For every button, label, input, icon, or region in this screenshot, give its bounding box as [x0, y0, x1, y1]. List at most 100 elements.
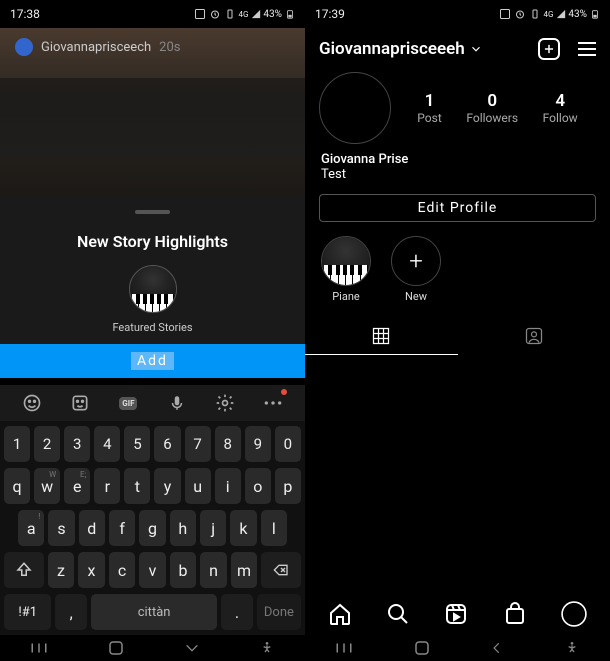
key-j[interactable]: j [200, 510, 226, 546]
key-z[interactable]: z [48, 552, 75, 588]
key-k[interactable]: k [230, 510, 256, 546]
search-nav-icon[interactable] [386, 602, 410, 626]
create-button[interactable] [538, 38, 560, 60]
key-c[interactable]: c [109, 552, 136, 588]
key-6[interactable]: 6 [154, 426, 180, 462]
status-icons: 4G 43% [498, 8, 600, 20]
plus-icon: + [409, 247, 423, 275]
emoji-icon[interactable] [20, 391, 44, 415]
back-icon[interactable] [490, 641, 504, 655]
key-l[interactable]: l [261, 510, 287, 546]
key-comma[interactable]: , [55, 594, 87, 630]
key-y[interactable]: y [154, 468, 180, 504]
edit-profile-button[interactable]: Edit Profile [319, 194, 596, 222]
key-symbols[interactable]: !#1 [4, 594, 51, 630]
highlight-new[interactable]: + New [391, 236, 441, 303]
profile-tabs [305, 317, 610, 355]
key-r[interactable]: r [94, 468, 120, 504]
key-f[interactable]: f [109, 510, 135, 546]
key-0[interactable]: 0 [275, 426, 301, 462]
tagged-tab[interactable] [458, 317, 610, 355]
highlight-cover-image[interactable] [129, 265, 177, 313]
key-t[interactable]: t [124, 468, 150, 504]
add-button-label: Add [131, 352, 174, 370]
gif-icon[interactable]: GIF [116, 391, 140, 415]
key-4[interactable]: 4 [94, 426, 120, 462]
key-g[interactable]: g [139, 510, 165, 546]
key-d[interactable]: d [79, 510, 105, 546]
keyboard-down-icon[interactable] [184, 640, 200, 656]
tagged-icon [524, 326, 544, 346]
drawer-title: New Story Highlights [0, 232, 305, 251]
android-nav-bar [305, 635, 610, 661]
key-x[interactable]: x [78, 552, 105, 588]
posts-stat[interactable]: 1 Post [417, 91, 441, 125]
key-7[interactable]: 7 [185, 426, 211, 462]
network-4g-icon: 4G [238, 10, 248, 19]
story-avatar[interactable] [15, 38, 33, 56]
recent-apps-icon[interactable] [30, 641, 48, 655]
story-age: 20s [159, 40, 180, 55]
left-screen: 17:38 4G 43% Giovannaprisceech 20s New S… [0, 0, 305, 661]
key-u[interactable]: u [185, 468, 211, 504]
followers-stat[interactable]: 0 Followers [466, 91, 518, 125]
add-button[interactable]: Add [0, 344, 305, 378]
key-i[interactable]: i [215, 468, 241, 504]
username-dropdown[interactable]: Giovannaprisceeeh [319, 39, 483, 59]
key-p[interactable]: p [275, 468, 301, 504]
key-m[interactable]: m [231, 552, 258, 588]
voice-icon[interactable] [165, 391, 189, 415]
keyboard-toolbar: GIF [0, 385, 305, 421]
story-username: Giovannaprisceech [41, 40, 151, 55]
key-2[interactable]: 2 [34, 426, 60, 462]
key-8[interactable]: 8 [215, 426, 241, 462]
key-h[interactable]: h [170, 510, 196, 546]
key-3[interactable]: 3 [64, 426, 90, 462]
settings-icon[interactable] [213, 391, 237, 415]
status-bar: 17:38 4G 43% [0, 0, 305, 28]
grid-tab[interactable] [305, 317, 458, 355]
menu-button[interactable] [578, 42, 596, 56]
key-done[interactable]: Done [257, 594, 301, 630]
bottom-nav [305, 593, 610, 635]
key-q[interactable]: q [4, 468, 30, 504]
home-icon[interactable] [413, 639, 431, 657]
home-nav-icon[interactable] [328, 602, 352, 626]
accessibility-icon[interactable] [564, 640, 580, 656]
key-b[interactable]: b [170, 552, 197, 588]
key-s[interactable]: s [48, 510, 74, 546]
following-stat[interactable]: 4 Follow [543, 91, 578, 125]
profile-picture[interactable] [319, 72, 391, 144]
shop-nav-icon[interactable] [503, 602, 527, 626]
key-period[interactable]: . [221, 594, 253, 630]
sticker-icon[interactable] [68, 391, 92, 415]
key-a[interactable]: a! [18, 510, 44, 546]
accessibility-icon[interactable] [259, 640, 275, 656]
profile-nav-icon[interactable] [561, 601, 587, 627]
more-icon[interactable] [261, 391, 285, 415]
drawer-handle[interactable] [135, 210, 170, 214]
key-5[interactable]: 5 [124, 426, 150, 462]
key-n[interactable]: n [200, 552, 227, 588]
key-e[interactable]: eE; [64, 468, 90, 504]
battery-icon [590, 8, 600, 20]
right-screen: 17:39 4G 43% Giovannaprisceeeh 1 [305, 0, 610, 661]
screenshot-icon [194, 8, 206, 20]
reels-nav-icon[interactable] [444, 602, 468, 626]
keyboard: GIF 1 2 3 4 5 6 7 8 9 [0, 385, 305, 635]
key-1[interactable]: 1 [4, 426, 30, 462]
highlight-piano[interactable]: Piane [321, 236, 371, 303]
network-4g-icon: 4G [543, 10, 553, 19]
key-backspace[interactable] [261, 552, 301, 588]
key-space[interactable]: cittàn [91, 594, 217, 630]
recent-apps-icon[interactable] [335, 641, 353, 655]
story-header[interactable]: Giovannaprisceech 20s [15, 38, 181, 56]
key-w[interactable]: wW [34, 468, 60, 504]
profile-stats: 1 Post 0 Followers 4 Follow [405, 91, 596, 125]
home-icon[interactable] [107, 639, 125, 657]
key-v[interactable]: v [139, 552, 166, 588]
key-shift[interactable] [4, 552, 44, 588]
key-9[interactable]: 9 [245, 426, 271, 462]
vibrate-icon [224, 8, 236, 20]
key-o[interactable]: o [245, 468, 271, 504]
